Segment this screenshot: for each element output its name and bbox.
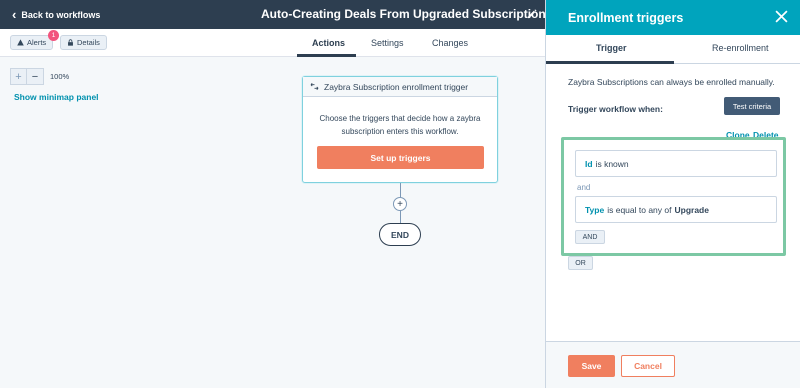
condition-property: Type bbox=[585, 204, 605, 215]
details-button[interactable]: Details bbox=[60, 35, 107, 50]
chevron-left-icon: ‹ bbox=[12, 6, 17, 22]
zoom-controls: + − 100% bbox=[10, 68, 69, 85]
tab-trigger[interactable]: Trigger bbox=[596, 43, 627, 53]
condition-value: Upgrade bbox=[674, 204, 709, 215]
test-criteria-button[interactable]: Test criteria bbox=[724, 97, 780, 115]
active-panel-tab-indicator bbox=[546, 61, 674, 64]
workflow-header: ‹ Back to workflows Auto-Creating Deals … bbox=[0, 0, 552, 29]
and-separator: and bbox=[577, 183, 591, 192]
set-up-triggers-button[interactable]: Set up triggers bbox=[317, 146, 484, 169]
lock-icon bbox=[68, 39, 73, 46]
manual-enrollment-note: Zaybra Subscriptions can always be enrol… bbox=[568, 77, 775, 87]
zoom-level: 100% bbox=[50, 72, 70, 81]
trigger-card-title: Zaybra Subscription enrollment trigger bbox=[324, 81, 469, 92]
add-or-group-button[interactable]: OR bbox=[568, 256, 593, 270]
panel-header: Enrollment triggers bbox=[546, 0, 800, 35]
panel-tabs: Trigger Re-enrollment bbox=[546, 35, 800, 64]
zoom-in-button[interactable]: + bbox=[10, 68, 27, 85]
tab-settings[interactable]: Settings bbox=[371, 38, 404, 48]
pencil-icon[interactable] bbox=[526, 8, 537, 19]
trigger-card-header: Zaybra Subscription enrollment trigger bbox=[303, 77, 497, 97]
cancel-button[interactable]: Cancel bbox=[621, 355, 675, 377]
tab-changes[interactable]: Changes bbox=[432, 38, 468, 48]
close-icon[interactable] bbox=[775, 10, 788, 23]
tab-actions[interactable]: Actions bbox=[312, 38, 345, 48]
warning-icon bbox=[17, 39, 24, 46]
filter-condition[interactable]: Type is equal to any of Upgrade bbox=[575, 196, 777, 223]
active-tab-indicator bbox=[297, 54, 356, 57]
zoom-out-button[interactable]: − bbox=[27, 68, 44, 85]
filter-group: Id is known and Type is equal to any of … bbox=[561, 137, 786, 256]
condition-operator: is equal to any of bbox=[607, 204, 672, 215]
filter-condition[interactable]: Id is known bbox=[575, 150, 777, 177]
connector-line bbox=[400, 211, 401, 223]
trigger-icon bbox=[310, 83, 319, 90]
alerts-label: Alerts bbox=[27, 38, 47, 47]
condition-property: Id bbox=[585, 158, 593, 169]
show-minimap-link[interactable]: Show minimap panel bbox=[14, 92, 99, 102]
panel-footer: Save Cancel bbox=[546, 341, 800, 388]
add-and-filter-button[interactable]: AND bbox=[575, 230, 605, 244]
back-label: Back to workflows bbox=[21, 9, 101, 20]
details-label: Details bbox=[77, 38, 100, 47]
trigger-card-description: Choose the triggers that decide how a za… bbox=[319, 114, 481, 136]
save-button[interactable]: Save bbox=[568, 355, 615, 377]
add-action-button[interactable]: + bbox=[393, 197, 407, 211]
alerts-button[interactable]: Alerts bbox=[10, 35, 54, 50]
condition-operator: is known bbox=[595, 158, 629, 169]
trigger-when-label: Trigger workflow when: bbox=[568, 104, 663, 114]
workflow-title: Auto-Creating Deals From Upgraded Subscr… bbox=[261, 7, 553, 21]
alerts-count-badge: 1 bbox=[48, 30, 59, 41]
enrollment-trigger-card[interactable]: Zaybra Subscription enrollment trigger C… bbox=[302, 76, 498, 183]
panel-title: Enrollment triggers bbox=[568, 10, 684, 25]
tab-re-enrollment[interactable]: Re-enrollment bbox=[712, 43, 769, 53]
end-node: END bbox=[379, 223, 421, 246]
back-to-workflows-link[interactable]: ‹ Back to workflows bbox=[12, 6, 101, 22]
enrollment-triggers-panel: Enrollment triggers Trigger Re-enrollmen… bbox=[545, 0, 800, 388]
connector-line bbox=[400, 183, 401, 197]
workflow-toolbar: Alerts Details Actions Settings Changes bbox=[0, 29, 545, 57]
